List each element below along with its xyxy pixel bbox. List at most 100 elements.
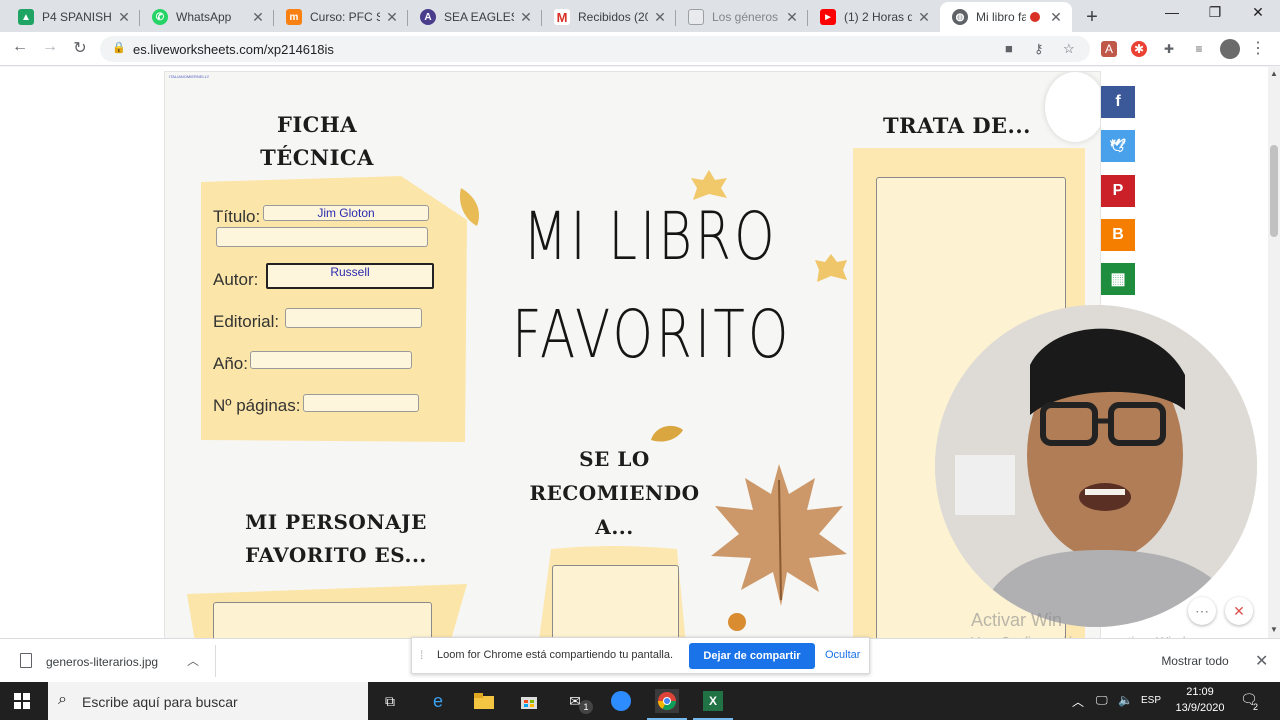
new-tab-button[interactable]: + — [1082, 6, 1102, 29]
extensions-puzzle-icon[interactable]: ✚ — [1161, 41, 1177, 57]
close-window-button[interactable]: ✕ — [1238, 4, 1278, 21]
blogger-share-button[interactable]: B — [1101, 219, 1135, 251]
youtube-icon: ▶ — [820, 9, 836, 25]
close-downloads-icon[interactable]: ✕ — [1255, 651, 1268, 671]
tab-label: Los géneros lit — [712, 10, 780, 24]
stop-sharing-button[interactable]: Dejar de compartir — [689, 643, 815, 669]
tab-generos[interactable]: Los géneros lit ✕ — [676, 2, 808, 32]
key-icon[interactable]: ⚷ — [1034, 41, 1044, 57]
tab-gmail[interactable]: M Recibidos (20 ✕ — [542, 2, 676, 32]
recomiendo-textarea[interactable] — [552, 565, 679, 638]
globe-icon: ◍ — [952, 9, 968, 25]
browser-toolbar: ← → ↻ 🔒 es.liveworksheets.com/xp214618is… — [0, 32, 1280, 66]
drag-handle-icon[interactable]: ⁞ — [420, 648, 423, 662]
close-tab-icon[interactable]: ✕ — [250, 9, 266, 26]
facebook-share-button[interactable]: f — [1101, 86, 1135, 118]
main-title-line2: FAVORITO — [512, 296, 792, 373]
clock-date[interactable]: 13/9/2020 — [1172, 702, 1228, 714]
taskbar-search[interactable]: ⌕ Escribe aquí para buscar — [48, 682, 368, 720]
volume-icon[interactable]: 🔈 — [1118, 693, 1133, 707]
paginas-field[interactable] — [303, 394, 419, 412]
back-arrow-icon[interactable]: ← — [9, 38, 31, 56]
ficha-tecnica-title: FICHA TÉCNICA — [247, 108, 387, 174]
store-icon[interactable] — [517, 689, 541, 713]
network-icon[interactable]: 🖵 — [1096, 693, 1108, 708]
star-icon[interactable]: ☆ — [1063, 41, 1075, 57]
tab-curso-pfc[interactable]: m Curso: PFC SP. ✕ — [274, 2, 408, 32]
close-tab-icon[interactable]: ✕ — [384, 9, 400, 26]
hide-button[interactable]: Ocultar — [825, 649, 860, 661]
scroll-down-icon[interactable]: ▼ — [1270, 625, 1278, 634]
zoom-icon[interactable] — [609, 689, 633, 713]
language-indicator[interactable]: ESP — [1141, 695, 1161, 706]
classroom-share-button[interactable]: ▦ — [1101, 263, 1135, 295]
titulo-field-2[interactable] — [216, 227, 428, 247]
editorial-field[interactable] — [285, 308, 422, 328]
presenter-video — [935, 305, 1257, 627]
task-view-icon[interactable]: ⧉ — [378, 689, 402, 713]
close-tab-icon[interactable]: ✕ — [1048, 9, 1064, 26]
webcam-bubble[interactable] — [935, 305, 1257, 627]
close-cam-icon[interactable]: ✕ — [1225, 597, 1253, 625]
close-tab-icon[interactable]: ✕ — [652, 9, 668, 26]
camera-icon[interactable]: ■ — [1005, 41, 1013, 56]
tab-p4-spanish[interactable]: ▲ P4 SPANISH - ✕ — [6, 2, 140, 32]
scroll-thumb[interactable] — [1270, 145, 1278, 237]
titulo-field[interactable]: Jim Gloton — [263, 205, 429, 221]
leaf-icon — [815, 254, 847, 282]
moodle-icon: m — [286, 9, 302, 25]
page-scrollbar[interactable]: ▲ ▼ — [1268, 67, 1280, 638]
tab-label: WhatsApp — [176, 10, 232, 24]
twitter-share-button[interactable]: 🕊 — [1101, 130, 1135, 162]
main-title-line1: MI LIBRO — [523, 198, 778, 275]
tiny-caption: ITALIANOMIERNELLY — [169, 74, 210, 79]
show-all-button[interactable]: Mostrar todo — [1150, 647, 1240, 675]
title-line: RECOMIENDO — [529, 481, 700, 505]
recording-icon — [1030, 12, 1040, 22]
personaje-textarea[interactable] — [213, 602, 432, 638]
maximize-button[interactable]: ❐ — [1195, 4, 1235, 21]
chevron-up-icon[interactable]: ︿ — [187, 652, 199, 669]
pdf-extension-icon[interactable]: A — [1101, 41, 1117, 57]
close-tab-icon[interactable]: ✕ — [116, 9, 132, 26]
tray-chevron-icon[interactable]: ︿ — [1072, 693, 1084, 710]
pinterest-share-button[interactable]: P — [1101, 175, 1135, 207]
maple-leaf-icon — [711, 464, 847, 606]
title-line: FICHA — [276, 112, 358, 137]
forward-arrow-icon[interactable]: → — [39, 38, 61, 56]
scroll-up-icon[interactable]: ▲ — [1270, 69, 1278, 78]
windows-start-icon[interactable] — [10, 689, 34, 713]
close-tab-icon[interactable]: ✕ — [916, 9, 932, 26]
loom-extension-icon[interactable]: ✱ — [1131, 41, 1147, 57]
close-tab-icon[interactable]: ✕ — [518, 9, 534, 26]
tab-whatsapp[interactable]: ✆ WhatsApp ✕ — [140, 2, 274, 32]
personaje-title: MI PERSONAJE FAVORITO ES... — [223, 506, 449, 572]
close-tab-icon[interactable]: ✕ — [784, 9, 800, 26]
ano-field[interactable] — [250, 351, 412, 369]
tab-sea-eagles[interactable]: A SEA EAGLES ✕ — [408, 2, 542, 32]
file-icon — [20, 653, 32, 668]
autor-label: Autor: — [213, 270, 259, 289]
title-line: MI PERSONAJE — [245, 510, 427, 534]
download-file-name[interactable]: generos-literarios.jpg — [46, 655, 158, 669]
chrome-icon[interactable] — [647, 689, 687, 720]
clock-time[interactable]: 21:09 — [1172, 686, 1228, 698]
tab-youtube[interactable]: ▶ (1) 2 Horas de ✕ — [808, 2, 940, 32]
activate-windows-watermark: Activar Win — [971, 610, 1063, 630]
lock-icon: 🔒 — [112, 42, 126, 54]
address-bar[interactable]: 🔒 es.liveworksheets.com/xp214618is ■ ⚷ ☆ — [100, 36, 1090, 62]
edge-icon[interactable]: e — [426, 689, 450, 713]
file-explorer-icon[interactable] — [472, 689, 496, 713]
reading-list-icon[interactable]: ≡ — [1191, 41, 1207, 57]
tab-mi-libro-favorito[interactable]: ◍ Mi libro fa ✕ — [940, 2, 1072, 32]
profile-avatar[interactable] — [1220, 39, 1240, 59]
more-options-icon[interactable]: ⋯ — [1188, 597, 1216, 625]
tab-label: P4 SPANISH - — [42, 10, 112, 24]
loom-message: Loom for Chrome está compartiendo tu pan… — [437, 649, 674, 661]
menu-dots-icon[interactable]: ⋮ — [1250, 41, 1266, 57]
reload-icon[interactable]: ↻ — [69, 38, 91, 58]
excel-icon[interactable]: X — [693, 689, 733, 720]
autor-field[interactable]: Russell — [266, 263, 434, 289]
divider — [215, 645, 216, 677]
minimize-button[interactable]: — — [1152, 4, 1192, 20]
